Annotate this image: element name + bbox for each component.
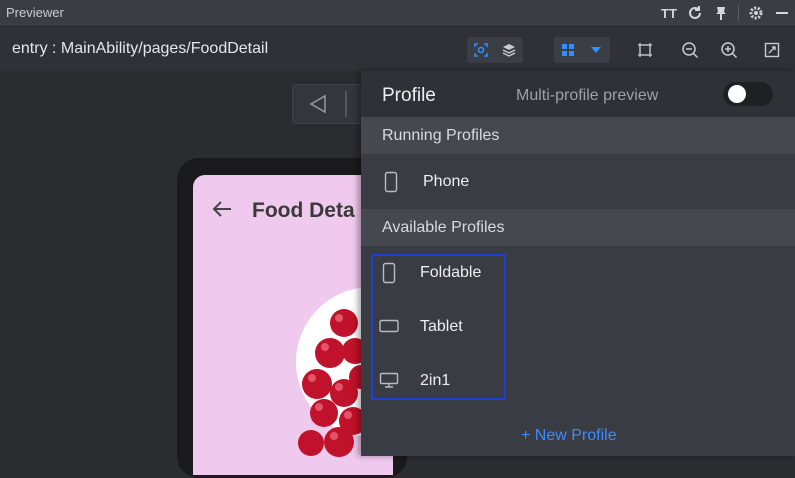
titlebar-actions: TT [656, 0, 795, 26]
profile-item-phone[interactable]: Phone [361, 159, 795, 205]
zoom-in-icon[interactable] [718, 39, 740, 61]
dropdown-icon[interactable] [582, 37, 610, 63]
previewer-titlebar: Previewer TT [0, 0, 795, 27]
profile-label: 2in1 [420, 372, 451, 389]
fit-screen-icon[interactable] [761, 39, 783, 61]
page-path: entry : MainAbility/pages/FoodDetail [12, 40, 269, 57]
back-triangle-icon[interactable] [307, 93, 329, 115]
refresh-icon[interactable] [682, 0, 708, 26]
multi-profile-label: Multi-profile preview [516, 87, 659, 104]
profile-item-foldable[interactable]: Foldable [361, 250, 795, 296]
zoom-out-icon[interactable] [679, 39, 701, 61]
window-title: Previewer [6, 5, 64, 20]
profile-label: Foldable [420, 264, 482, 281]
section-label: Running Profiles [382, 127, 500, 144]
running-profiles-section: Running Profiles [361, 117, 795, 154]
frame-icon[interactable] [634, 39, 656, 61]
separator [738, 5, 739, 21]
monitor-icon [379, 372, 399, 388]
previewer-toolbar: entry : MainAbility/pages/FoodDetail [0, 27, 795, 71]
profile-item-2in1[interactable]: 2in1 [361, 358, 795, 404]
separator [345, 91, 347, 117]
minimize-icon[interactable] [769, 0, 795, 26]
profile-label: Tablet [420, 318, 463, 335]
grid-icon[interactable] [554, 37, 582, 63]
inspector-group [467, 37, 523, 63]
gear-icon[interactable] [743, 0, 769, 26]
available-profiles-section: Available Profiles [361, 209, 795, 246]
profile-item-tablet[interactable]: Tablet [361, 304, 795, 350]
new-profile-link[interactable]: + New Profile [521, 427, 617, 445]
profile-panel-header: Profile Multi-profile preview [361, 71, 795, 117]
profile-panel: Profile Multi-profile preview Running Pr… [361, 71, 795, 456]
panel-title: Profile [382, 85, 436, 106]
toggle-knob [728, 85, 746, 103]
phone-icon [384, 171, 398, 193]
foldable-icon [382, 262, 396, 284]
multi-profile-toggle[interactable] [723, 82, 773, 106]
profile-group [554, 37, 610, 63]
inspector-icon[interactable] [467, 37, 495, 63]
layers-icon[interactable] [495, 37, 523, 63]
font-size-icon[interactable]: TT [656, 0, 682, 26]
section-label: Available Profiles [382, 219, 505, 236]
pin-icon[interactable] [708, 0, 734, 26]
tablet-icon [379, 319, 399, 333]
profile-label: Phone [423, 173, 470, 190]
